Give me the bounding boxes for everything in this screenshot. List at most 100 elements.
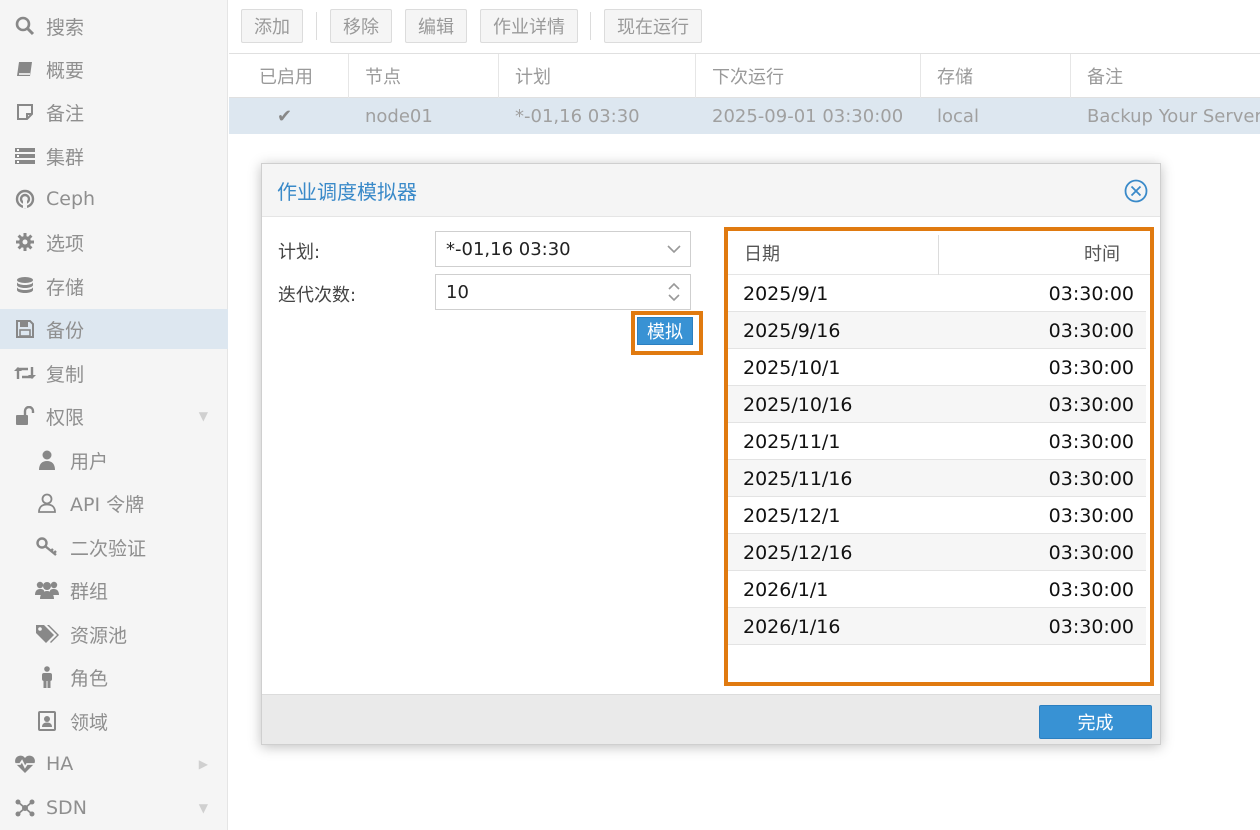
- sidebar-item-label: API 令牌: [70, 493, 145, 516]
- result-row[interactable]: 2025/10/1 03:30:00: [728, 349, 1146, 386]
- column-header-storage[interactable]: 存储: [921, 54, 1071, 98]
- schedule-value: *-01,16 03:30: [446, 238, 571, 260]
- result-date: 2025/12/16: [743, 541, 853, 564]
- sidebar-item-summary[interactable]: 概要: [0, 49, 228, 89]
- result-date: 2025/10/1: [743, 356, 841, 379]
- result-time: 03:30:00: [1048, 578, 1134, 601]
- column-header-node[interactable]: 节点: [349, 54, 499, 98]
- sidebar-item-backup[interactable]: 备份: [0, 309, 228, 349]
- sidebar-item-permissions[interactable]: 权限 ▼: [0, 396, 228, 436]
- result-row[interactable]: 2026/1/16 03:30:00: [728, 608, 1146, 645]
- result-date: 2025/12/1: [743, 504, 841, 527]
- sidebar-item-pools[interactable]: 资源池: [0, 614, 228, 654]
- sidebar-item-ha[interactable]: HA ▶: [0, 744, 228, 784]
- result-date: 2025/10/16: [743, 393, 853, 416]
- result-time: 03:30:00: [1048, 356, 1134, 379]
- result-row[interactable]: 2025/11/1 03:30:00: [728, 423, 1146, 460]
- result-row[interactable]: 2025/12/1 03:30:00: [728, 497, 1146, 534]
- sidebar-item-groups[interactable]: 群组: [0, 570, 228, 610]
- caret-down-icon[interactable]: ▼: [199, 801, 208, 815]
- sidebar-item-notes[interactable]: 备注: [0, 92, 228, 132]
- sidebar-item-search[interactable]: 搜索: [0, 6, 228, 46]
- simulation-result-grid: 日期 时间 2025/9/1 03:30:00 2025/9/16 03:30:00…: [724, 227, 1154, 686]
- result-date: 2026/1/16: [743, 615, 841, 638]
- result-row[interactable]: 2025/11/16 03:30:00: [728, 460, 1146, 497]
- address-book-icon: [34, 710, 60, 732]
- result-time: 03:30:00: [1048, 615, 1134, 638]
- spinner-arrows-icon[interactable]: [666, 275, 682, 309]
- result-row[interactable]: 2025/10/16 03:30:00: [728, 386, 1146, 423]
- sidebar-item-label: 搜索: [46, 16, 85, 39]
- sidebar: 搜索 概要 备注 集群 Ceph 选项 存储 备份 复制 权限 ▼ 用户 API…: [0, 0, 228, 830]
- search-icon: [12, 15, 38, 37]
- table-row[interactable]: ✔ node01 *-01,16 03:30 2025-09-01 03:30:…: [229, 98, 1260, 134]
- result-date: 2025/9/1: [743, 282, 829, 305]
- caret-right-icon[interactable]: ▶: [199, 757, 208, 771]
- cell-next-run: 2025-09-01 03:30:00: [712, 105, 904, 127]
- unlock-icon: [12, 405, 38, 427]
- users-icon: [34, 579, 60, 601]
- column-header-next-run[interactable]: 下次运行: [696, 54, 921, 98]
- iterations-label: 迭代次数:: [278, 285, 357, 306]
- simulate-button-highlight: 模拟: [631, 311, 703, 355]
- schedule-simulator-dialog: 作业调度模拟器 计划: *-01,16 03:30 迭代次数: 10 模拟 日期…: [261, 163, 1161, 745]
- column-header-time[interactable]: 时间: [1084, 231, 1120, 275]
- result-row[interactable]: 2025/9/1 03:30:00: [728, 275, 1146, 312]
- result-grid-header: 日期 时间: [728, 231, 1150, 275]
- iterations-spinner[interactable]: 10: [435, 274, 691, 310]
- floppy-icon: [12, 318, 38, 340]
- iterations-value: 10: [446, 281, 469, 303]
- sidebar-item-replication[interactable]: 复制: [0, 353, 228, 393]
- cell-comment: Backup Your Server: [1087, 105, 1260, 127]
- column-header-enabled[interactable]: 已启用: [229, 54, 349, 98]
- sidebar-item-storage[interactable]: 存储: [0, 266, 228, 306]
- close-icon[interactable]: [1124, 179, 1148, 203]
- key-icon: [34, 536, 60, 558]
- sidebar-item-tfa[interactable]: 二次验证: [0, 527, 228, 567]
- note-icon: [12, 101, 38, 123]
- result-row[interactable]: 2025/9/16 03:30:00: [728, 312, 1146, 349]
- sidebar-item-sdn[interactable]: SDN ▼: [0, 788, 228, 828]
- add-button[interactable]: 添加: [241, 9, 303, 43]
- column-header-schedule[interactable]: 计划: [499, 54, 696, 98]
- ceph-icon: [12, 188, 38, 210]
- result-date: 2026/1/1: [743, 578, 829, 601]
- sidebar-item-realms[interactable]: 领域: [0, 701, 228, 741]
- done-button[interactable]: 完成: [1039, 705, 1152, 739]
- edit-button[interactable]: 编辑: [405, 9, 467, 43]
- remove-button[interactable]: 移除: [330, 9, 392, 43]
- dialog-header: 作业调度模拟器: [262, 164, 1160, 217]
- sidebar-item-label: 集群: [46, 146, 85, 169]
- column-header-date[interactable]: 日期: [744, 231, 780, 275]
- network-icon: [12, 797, 38, 819]
- tags-icon: [34, 623, 60, 645]
- result-time: 03:30:00: [1048, 282, 1134, 305]
- sidebar-item-options[interactable]: 选项: [0, 222, 228, 262]
- result-row[interactable]: 2025/12/16 03:30:00: [728, 534, 1146, 571]
- run-now-button[interactable]: 现在运行: [604, 9, 702, 43]
- result-date: 2025/11/1: [743, 430, 841, 453]
- sidebar-item-label: Ceph: [46, 188, 96, 210]
- sidebar-item-users[interactable]: 用户: [0, 440, 228, 480]
- result-time: 03:30:00: [1048, 467, 1134, 490]
- schedule-label: 计划:: [278, 242, 321, 263]
- sidebar-item-ceph[interactable]: Ceph: [0, 179, 228, 219]
- sidebar-item-label: 权限: [46, 406, 85, 429]
- sidebar-item-label: 复制: [46, 363, 85, 386]
- toolbar-separator: [316, 12, 317, 40]
- chevron-down-icon[interactable]: [666, 232, 682, 266]
- caret-down-icon[interactable]: ▼: [199, 409, 208, 423]
- sidebar-item-cluster[interactable]: 集群: [0, 136, 228, 176]
- column-header-comment[interactable]: 备注: [1071, 54, 1260, 98]
- sidebar-item-roles[interactable]: 角色: [0, 657, 228, 697]
- sidebar-item-label: 角色: [70, 667, 109, 690]
- result-row[interactable]: 2026/1/1 03:30:00: [728, 571, 1146, 608]
- job-detail-button[interactable]: 作业详情: [480, 9, 578, 43]
- sidebar-item-label: 群组: [70, 580, 109, 603]
- simulate-button[interactable]: 模拟: [637, 317, 693, 345]
- database-icon: [12, 275, 38, 297]
- schedule-combobox[interactable]: *-01,16 03:30: [435, 231, 691, 267]
- sidebar-item-label: 备注: [46, 102, 85, 125]
- result-time: 03:30:00: [1048, 430, 1134, 453]
- sidebar-item-api-tokens[interactable]: API 令牌: [0, 483, 228, 523]
